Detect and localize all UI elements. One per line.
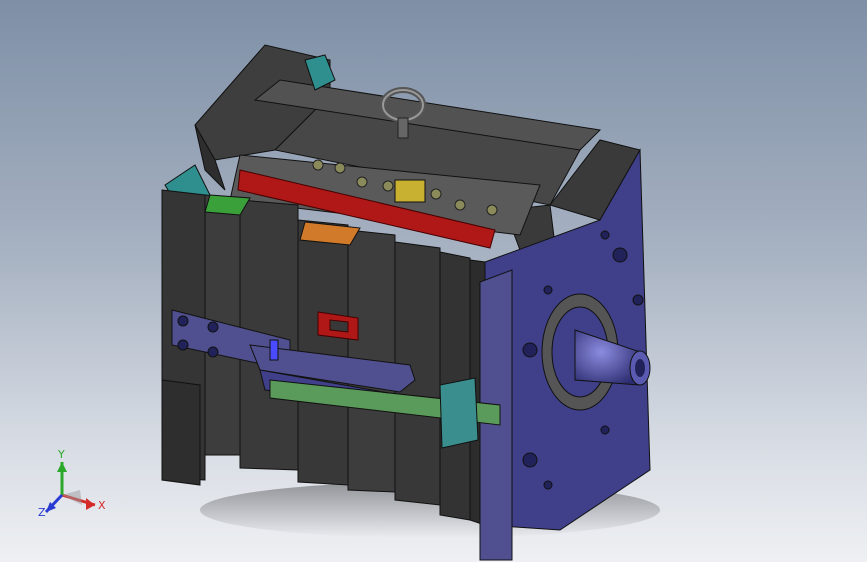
triad-y-label: Y — [57, 448, 65, 461]
view-triad[interactable]: X Y Z — [38, 448, 106, 519]
cad-viewport[interactable]: X Y Z — [0, 0, 867, 562]
cyan-stop-block[interactable] — [439, 377, 479, 449]
mold-assembly-model[interactable]: X Y Z — [0, 0, 867, 562]
triad-x-label: X — [98, 499, 106, 512]
triad-z-label: Z — [38, 506, 46, 519]
left-foot-plate — [161, 379, 201, 486]
yellow-insert — [394, 179, 426, 203]
